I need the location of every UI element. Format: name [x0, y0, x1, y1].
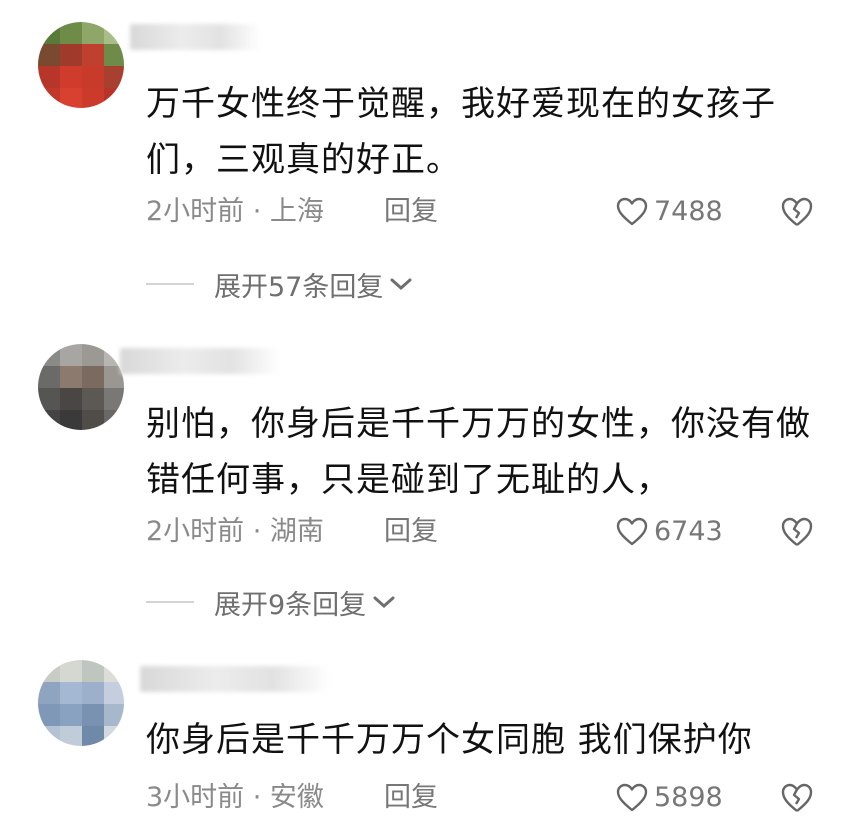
- expand-replies-button[interactable]: 展开57条回复: [146, 264, 413, 304]
- avatar[interactable]: [38, 344, 124, 430]
- broken-heart-icon: [781, 517, 813, 546]
- comment-text: 你身后是千千万万个女同胞 我们保护你: [146, 720, 753, 760]
- dislike-button[interactable]: [780, 516, 814, 560]
- time-location: 2小时前 · 湖南: [146, 516, 324, 547]
- chevron-down-icon: [373, 596, 395, 609]
- like-count: 7488: [654, 196, 723, 227]
- comment-text: 别怕，你身后是千千万万的女性，你没有做错任何事，只是碰到了无耻的人，: [146, 404, 811, 500]
- reply-button[interactable]: 回复: [384, 778, 438, 818]
- dislike-button[interactable]: [780, 782, 814, 826]
- avatar[interactable]: [38, 660, 124, 746]
- like-count: 5898: [654, 782, 723, 813]
- time-location: 2小时前 · 上海: [146, 196, 324, 227]
- broken-heart-icon: [781, 197, 813, 226]
- comment-text: 万千女性终于觉醒，我好爱现在的女孩子们，三观真的好正。: [146, 84, 776, 180]
- broken-heart-icon: [781, 783, 813, 812]
- chevron-down-icon: [390, 278, 412, 291]
- comment-meta: 2小时前 · 湖南 回复 6743: [146, 512, 836, 552]
- reply-button[interactable]: 回复: [384, 512, 438, 552]
- heart-outline-icon: [616, 783, 648, 812]
- like-count: 6743: [654, 516, 723, 547]
- username-blurred[interactable]: [140, 666, 330, 692]
- like-button[interactable]: 6743: [616, 512, 723, 552]
- comment-meta: 3小时前 · 安徽 回复 5898: [146, 778, 836, 818]
- avatar[interactable]: [38, 22, 124, 108]
- like-button[interactable]: 5898: [616, 778, 723, 818]
- expand-replies-button[interactable]: 展开9条回复: [146, 582, 396, 622]
- expand-label: 展开57条回复: [214, 271, 384, 303]
- like-button[interactable]: 7488: [616, 192, 723, 232]
- reply-button[interactable]: 回复: [384, 192, 438, 232]
- time-location: 3小时前 · 安徽: [146, 782, 324, 813]
- heart-outline-icon: [616, 517, 648, 546]
- username-blurred[interactable]: [130, 24, 260, 50]
- heart-outline-icon: [616, 197, 648, 226]
- expand-label: 展开9条回复: [214, 589, 367, 621]
- comment-meta: 2小时前 · 上海 回复 7488: [146, 192, 836, 232]
- divider-line: [146, 601, 194, 603]
- username-blurred[interactable]: [120, 348, 280, 374]
- dislike-button[interactable]: [780, 196, 814, 240]
- divider-line: [146, 283, 194, 285]
